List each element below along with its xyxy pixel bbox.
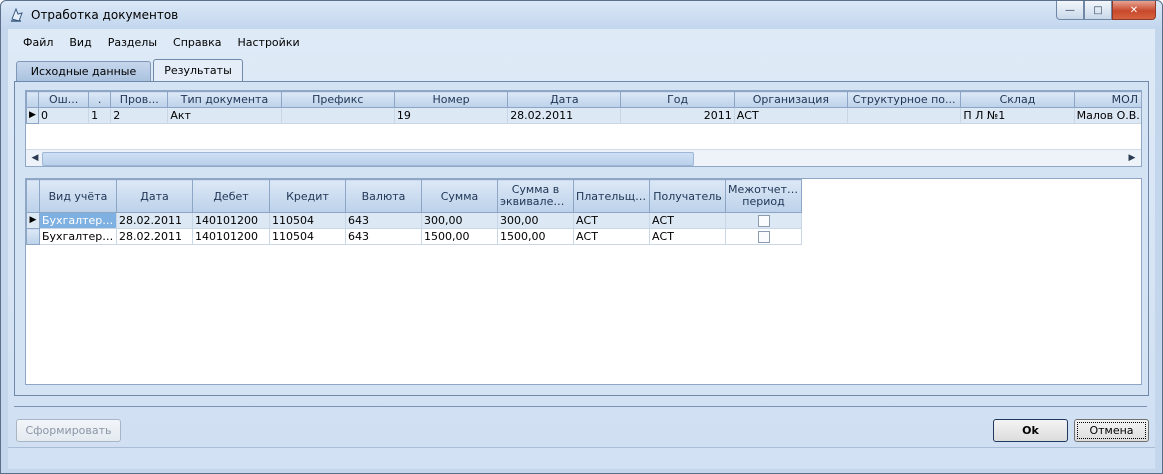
table-cell[interactable]: 110504 — [269, 212, 346, 229]
menu-file[interactable]: Файл — [8, 34, 61, 52]
column-header[interactable]: Валюта — [345, 179, 422, 213]
row-header-corner — [26, 179, 40, 213]
table-cell[interactable] — [280, 107, 395, 124]
window-controls: — □ ✕ — [1056, 1, 1156, 21]
table-cell[interactable]: 1500,00 — [421, 228, 498, 245]
footer-divider — [14, 406, 1147, 407]
scroll-left-icon[interactable]: ◀ — [28, 152, 42, 164]
column-header[interactable]: Организация — [733, 91, 849, 108]
table-cell[interactable]: 28.02.2011 — [116, 212, 193, 229]
menu-help[interactable]: Справка — [165, 34, 229, 52]
column-header[interactable]: Сумма — [421, 179, 498, 213]
table-cell[interactable]: 643 — [345, 228, 422, 245]
close-icon[interactable]: ✕ — [1112, 1, 1156, 20]
row-header-corner — [26, 91, 40, 108]
table-cell[interactable]: АСТ — [649, 212, 726, 229]
row-header-cell — [26, 228, 40, 245]
table-cell[interactable]: 140101200 — [192, 228, 270, 245]
table-cell[interactable]: 2 — [110, 107, 169, 124]
table-cell[interactable]: Бухгалтерс... — [39, 212, 117, 229]
table-cell[interactable]: АСТ — [649, 228, 726, 245]
table-cell[interactable]: 19 — [393, 107, 509, 124]
row-pointer-icon: ▶ — [26, 107, 40, 124]
column-header[interactable]: Межотчетный период — [725, 179, 802, 213]
cancel-button[interactable]: Отмена — [1074, 419, 1149, 442]
table-cell[interactable]: 1 — [88, 107, 112, 124]
client-area: Файл Вид Разделы Справка Настройки Исход… — [8, 29, 1155, 469]
menu-sections[interactable]: Разделы — [100, 34, 165, 52]
table-cell[interactable]: 110504 — [269, 228, 346, 245]
column-header[interactable]: . — [88, 91, 112, 108]
window-title: Отработка документов — [31, 8, 179, 22]
intercompany-checkbox[interactable] — [725, 228, 802, 245]
table-cell[interactable]: 643 — [345, 212, 422, 229]
documents-table: Ош... . Пров... Тип документа Префикс Но… — [26, 91, 1141, 124]
intercompany-checkbox[interactable] — [725, 212, 802, 229]
scrollbar-thumb[interactable] — [42, 152, 694, 166]
minimize-icon[interactable]: — — [1056, 1, 1084, 20]
column-header[interactable]: Кредит — [269, 179, 346, 213]
column-header[interactable]: Склад — [960, 91, 1075, 108]
main-window: Отработка документов — □ ✕ Файл Вид Разд… — [0, 0, 1163, 474]
column-header[interactable]: Номер — [393, 91, 509, 108]
table-cell[interactable]: Акт — [167, 107, 282, 124]
table-cell[interactable]: АСТ — [573, 228, 650, 245]
column-header[interactable]: Плательщик — [573, 179, 650, 213]
column-header[interactable]: Получатель — [649, 179, 726, 213]
tab-results[interactable]: Результаты — [153, 59, 243, 82]
table-row[interactable]: ▶ Бухгалтерс... 28.02.2011 140101200 110… — [26, 212, 802, 229]
tab-strip: Исходные данные Результаты — [16, 59, 245, 82]
table-cell[interactable]: 28.02.2011 — [507, 107, 622, 124]
column-header[interactable]: Пров... — [110, 91, 169, 108]
column-header[interactable]: МОЛ — [1073, 91, 1141, 108]
menu-view[interactable]: Вид — [61, 34, 99, 52]
table-cell[interactable]: 28.02.2011 — [116, 228, 193, 245]
table-cell[interactable]: 2011 — [620, 107, 735, 124]
tab-source-data[interactable]: Исходные данные — [16, 61, 151, 82]
results-panel: Ош... . Пров... Тип документа Префикс Но… — [14, 81, 1149, 396]
table-cell[interactable]: 300,00 — [421, 212, 498, 229]
column-header[interactable]: Ош... — [38, 91, 90, 108]
scroll-right-icon[interactable]: ▶ — [1125, 152, 1139, 164]
table-row[interactable]: ▶ 0 1 2 Акт 19 28.02.2011 2011 АСТ П Л №… — [26, 107, 1141, 124]
table-cell[interactable]: 1500,00 — [497, 228, 574, 245]
title-bar: Отработка документов — □ ✕ — [1, 1, 1162, 29]
column-header[interactable]: Структурное по... — [847, 91, 962, 108]
row-pointer-icon: ▶ — [26, 212, 40, 229]
table-row[interactable]: Бухгалтерс... 28.02.2011 140101200 11050… — [26, 228, 802, 245]
maximize-icon[interactable]: □ — [1084, 1, 1112, 20]
menu-settings[interactable]: Настройки — [229, 34, 307, 52]
column-header[interactable]: Сумма в эквиваленте — [497, 179, 574, 213]
table-cell[interactable]: 0 — [38, 107, 90, 124]
table-cell[interactable]: Бухгалтерс... — [39, 228, 117, 245]
column-header[interactable]: Префикс — [280, 91, 395, 108]
horizontal-scrollbar[interactable]: ◀ ▶ — [26, 149, 1141, 166]
column-header[interactable]: Тип документа — [167, 91, 282, 108]
document-app-icon — [11, 7, 23, 22]
table-cell[interactable]: 140101200 — [192, 212, 270, 229]
column-header[interactable]: Год — [620, 91, 735, 108]
table-cell[interactable]: Малов О.В. — [1073, 107, 1141, 124]
table-cell[interactable]: 300,00 — [497, 212, 574, 229]
postings-table: Вид учёта Дата Дебет Кредит Валюта Сумма… — [26, 179, 802, 245]
documents-grid[interactable]: Ош... . Пров... Тип документа Префикс Но… — [25, 90, 1142, 167]
table-cell[interactable]: АСТ — [733, 107, 849, 124]
form-button[interactable]: Сформировать — [16, 419, 121, 442]
column-header[interactable]: Дата — [507, 91, 622, 108]
status-bar — [8, 447, 1155, 468]
column-header[interactable]: Вид учёта — [39, 179, 117, 213]
table-cell[interactable]: П Л №1 — [960, 107, 1075, 124]
table-cell[interactable]: АСТ — [573, 212, 650, 229]
column-header[interactable]: Дебет — [192, 179, 270, 213]
ok-button[interactable]: Ok — [993, 419, 1068, 442]
menu-bar: Файл Вид Разделы Справка Настройки — [8, 34, 308, 52]
postings-grid[interactable]: Вид учёта Дата Дебет Кредит Валюта Сумма… — [25, 178, 1142, 385]
column-header[interactable]: Дата — [116, 179, 193, 213]
table-cell[interactable] — [847, 107, 962, 124]
